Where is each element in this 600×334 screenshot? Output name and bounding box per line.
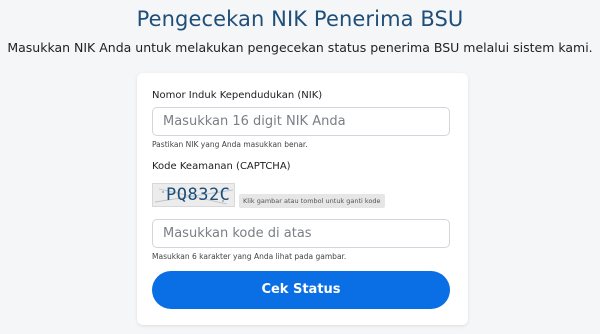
page-title: Pengecekan NIK Penerima BSU [136, 7, 464, 31]
captcha-hint: Masukkan 6 karakter yang Anda lihat pada… [152, 252, 347, 261]
nik-hint: Pastikan NIK yang Anda masukkan benar. [152, 140, 308, 149]
captcha-code: PQ832C [166, 185, 231, 205]
captcha-refresh-tip[interactable]: Klik gambar atau tombol untuk ganti kode [239, 194, 385, 208]
nik-label: Nomor Induk Kependudukan (NIK) [152, 90, 323, 101]
page: Pengecekan NIK Penerima BSU Masukkan NIK… [0, 0, 600, 334]
captcha-label: Kode Keamanan (CAPTCHA) [152, 161, 291, 172]
captcha-image[interactable]: PQ832C [152, 183, 235, 207]
form-card: Nomor Induk Kependudukan (NIK) Masukkan … [137, 73, 468, 325]
captcha-input[interactable]: Masukkan kode di atas [152, 219, 450, 248]
page-subtitle: Masukkan NIK Anda untuk melakukan pengec… [7, 40, 593, 55]
nik-input[interactable]: Masukkan 16 digit NIK Anda [152, 107, 450, 136]
check-status-button[interactable]: Cek Status [152, 271, 450, 309]
